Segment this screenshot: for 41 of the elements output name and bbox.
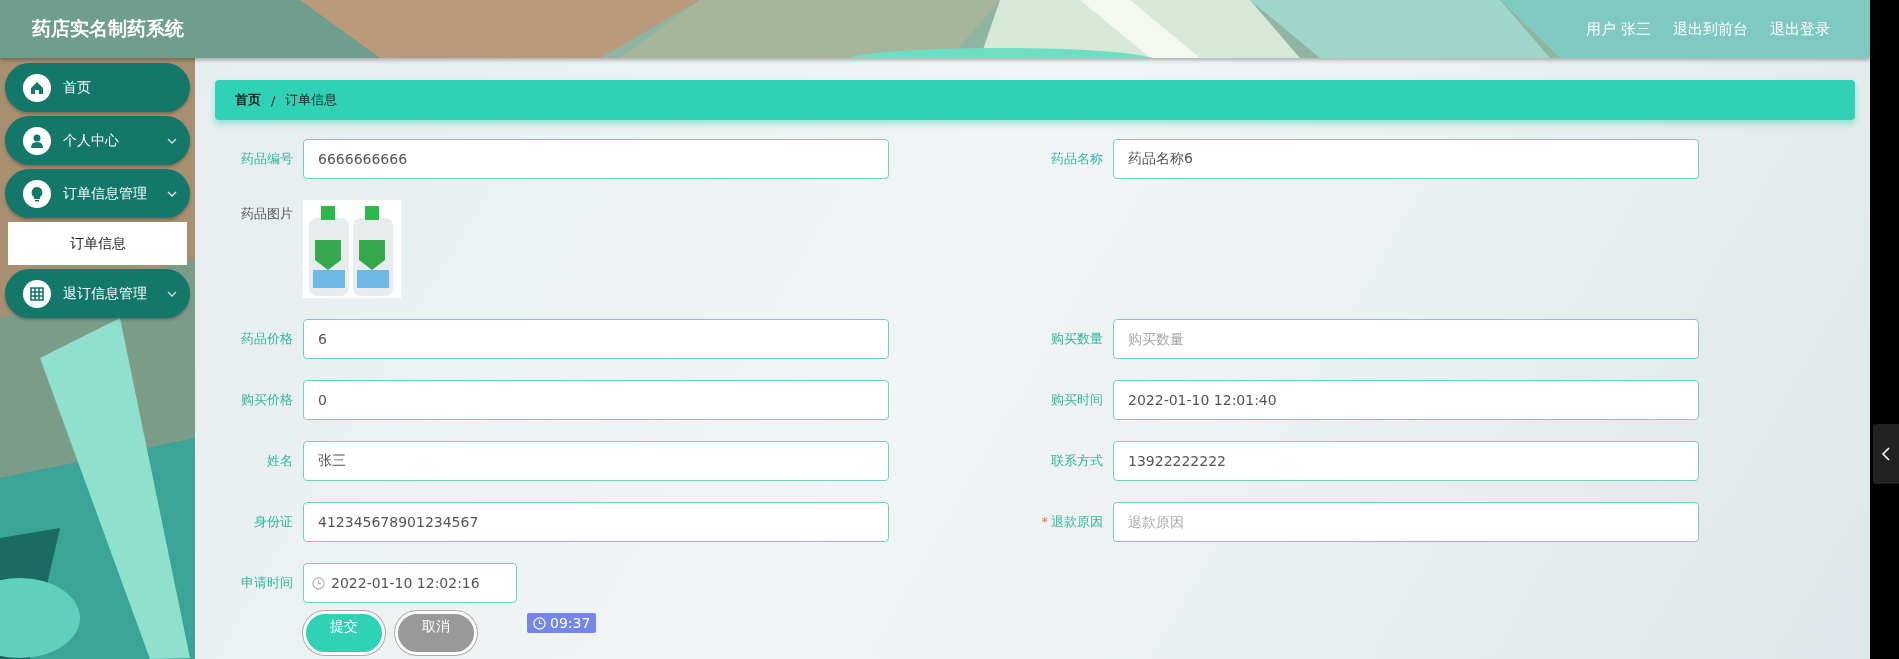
time-badge: 09:37	[527, 613, 597, 633]
required-mark: *	[1041, 514, 1048, 529]
breadcrumb-separator: /	[271, 92, 276, 108]
sidebar-item[interactable]: 退订信息管理	[5, 269, 190, 318]
bulb-icon	[23, 179, 51, 208]
home-icon	[23, 73, 51, 102]
field-label: 联系方式	[1050, 452, 1104, 470]
grid-icon	[23, 279, 51, 308]
clock-icon	[312, 576, 325, 590]
clock-icon	[533, 616, 546, 630]
sidebar-item[interactable]: 个人中心	[5, 116, 190, 165]
input-field[interactable]: 退款原因	[1113, 502, 1699, 542]
input-field[interactable]: 0	[303, 380, 889, 420]
field-label: 退款原因	[1051, 514, 1103, 529]
submenu-item[interactable]: 订单信息	[8, 222, 187, 265]
field-label: 购买时间	[1050, 391, 1104, 409]
field-label: 药品编号	[240, 150, 294, 168]
person-icon	[23, 126, 51, 155]
input-field[interactable]: 2022-01-10 12:01:40	[1113, 380, 1699, 420]
field-label: 身份证	[253, 513, 294, 531]
field-label: 购买价格	[240, 391, 294, 409]
field-label: 购买数量	[1050, 330, 1104, 348]
sidebar-item[interactable]: 订单信息管理	[5, 169, 190, 218]
field-label: 姓名	[266, 452, 294, 470]
date-field[interactable]: 2022-01-10 12:02:16	[303, 563, 517, 603]
breadcrumb-item[interactable]: 首页	[235, 91, 261, 109]
input-field[interactable]: 张三	[303, 441, 889, 481]
input-field[interactable]: 购买数量	[1113, 319, 1699, 359]
chevron-icon	[1881, 447, 1891, 461]
field-label: 药品名称	[1050, 150, 1104, 168]
sidebar-item[interactable]: 首页	[5, 63, 190, 112]
input-field[interactable]: 6	[303, 319, 889, 359]
input-field[interactable]: 6666666666	[303, 139, 889, 179]
input-field[interactable]: 13922222222	[1113, 441, 1699, 481]
field-label: 药品价格	[240, 330, 294, 348]
input-field[interactable]: 412345678901234567	[303, 502, 889, 542]
field-label: 申请时间	[240, 574, 294, 592]
input-field[interactable]: 药品名称6	[1113, 139, 1699, 179]
field-label: 药品图片	[240, 205, 294, 223]
collapse-tab[interactable]	[1873, 424, 1899, 484]
breadcrumb-item[interactable]: 订单信息	[285, 91, 338, 109]
